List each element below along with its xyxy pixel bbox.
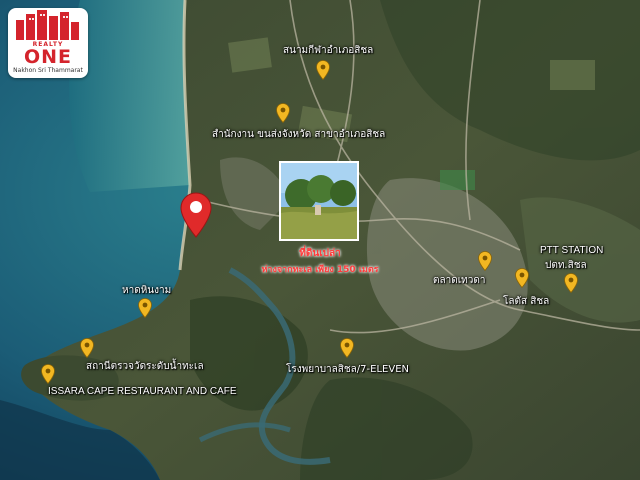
listing-title: ที่ดินเปล่า — [299, 248, 341, 259]
beach-pin-icon[interactable] — [138, 298, 152, 318]
place-label-lotus: โลตัส สิชล — [503, 296, 550, 307]
lotus-pin-icon[interactable] — [515, 268, 529, 288]
satellite-map[interactable]: REALTY ONE Nakhon Sri Thammarat ที่ดินเป… — [0, 0, 640, 480]
place-label-ptt-th: ปตท.สิชล — [545, 260, 587, 271]
logo-brand-text: ONE — [23, 46, 73, 68]
place-label-ptt-en: PTT STATION — [540, 245, 604, 256]
realty-one-logo[interactable]: REALTY ONE Nakhon Sri Thammarat — [8, 8, 88, 78]
transport-office-pin-icon[interactable] — [276, 103, 290, 123]
logo-city-text: Nakhon Sri Thammarat — [13, 67, 83, 74]
listing-subtitle: ห่างจากทะเล เพียง 150 เมตร — [261, 265, 379, 275]
land-plot-image — [281, 163, 357, 239]
viewpoint-pin-icon[interactable] — [80, 338, 94, 358]
place-label-restaurant: ISSARA CAPE RESTAURANT AND CAFE — [48, 386, 237, 397]
place-label-transport-office: สำนักงาน ขนส่งจังหวัด สาขาอำเภอสิชล — [212, 129, 386, 140]
place-label-hospital: โรงพยาบาลสิชล/7-ELEVEN — [286, 364, 409, 375]
market-pin-icon[interactable] — [478, 251, 492, 271]
place-label-market: ตลาดเทวดา — [433, 275, 486, 286]
place-label-viewpoint: สถานีตรวจวัดระดับน้ำทะเล — [86, 361, 204, 372]
hospital-pin-icon[interactable] — [340, 338, 354, 358]
stadium-pin-icon[interactable] — [316, 60, 330, 80]
property-photo[interactable] — [279, 161, 359, 241]
ptt-station-pin-icon[interactable] — [564, 273, 578, 293]
city-skyline-icon — [16, 10, 79, 40]
red-location-pin-icon[interactable] — [180, 192, 212, 238]
place-label-beach: หาดหินงาม — [122, 285, 172, 296]
restaurant-pin-icon[interactable] — [41, 364, 55, 384]
place-label-stadium: สนามกีฬาอำเภอสิชล — [283, 45, 374, 56]
